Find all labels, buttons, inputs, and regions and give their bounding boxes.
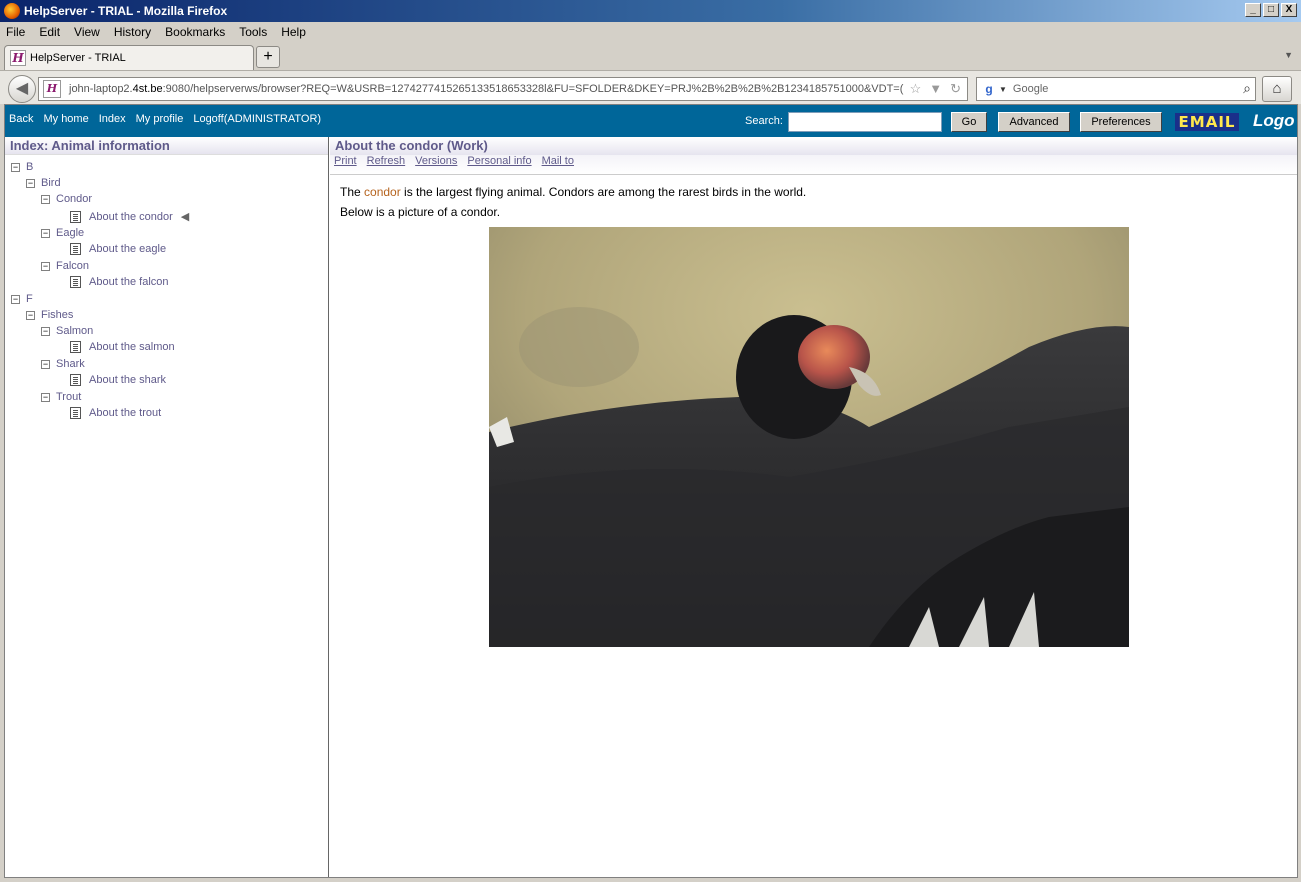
search-input[interactable] <box>788 112 942 132</box>
document-icon <box>70 374 81 386</box>
magnifier-icon[interactable]: ⌕ <box>1243 80 1251 97</box>
index-title: Index: Animal information <box>5 137 328 155</box>
versions-link[interactable]: Versions <box>415 155 457 174</box>
tree-node-f[interactable]: − F <box>11 293 33 305</box>
history-dropdown-icon[interactable]: ▼ <box>929 81 942 97</box>
tree-doc-about-falcon[interactable]: About the falcon <box>70 276 169 288</box>
tab-list-icon[interactable]: ▼ <box>1284 50 1293 60</box>
document-icon <box>70 407 81 419</box>
logo: Logo <box>1253 111 1295 130</box>
tree-node-trout[interactable]: − Trout <box>41 391 81 403</box>
personal-info-link[interactable]: Personal info <box>467 155 531 174</box>
nav-my-profile-link[interactable]: My profile <box>136 113 184 125</box>
go-button[interactable]: Go <box>951 112 987 132</box>
minimize-button[interactable]: _ <box>1245 3 1261 17</box>
tree-node-salmon[interactable]: − Salmon <box>41 325 93 337</box>
menu-edit[interactable]: Edit <box>39 25 60 39</box>
document-icon <box>70 210 81 223</box>
document-icon <box>70 276 81 288</box>
url-bar[interactable]: H john-laptop2. 4st.be:9080/helpserverws/… <box>38 77 968 101</box>
tree-doc-about-trout[interactable]: About the trout <box>70 407 161 419</box>
tree-doc-about-salmon[interactable]: About the salmon <box>70 341 175 353</box>
collapse-icon[interactable]: − <box>41 228 50 238</box>
search-engine-bar[interactable]: g ▼ Google ⌕ <box>976 77 1256 101</box>
current-item-arrow-icon: ◀ <box>180 211 190 223</box>
tab-strip: H HelpServer - TRIAL + ▼ <box>0 42 1301 70</box>
document-icon <box>70 341 81 353</box>
tree-node-eagle[interactable]: − Eagle <box>41 227 84 239</box>
page-viewport: Back My home Index My profile Logoff(ADM… <box>4 104 1298 878</box>
tree-node-fishes[interactable]: − Fishes <box>26 309 73 321</box>
collapse-icon[interactable]: − <box>41 326 50 336</box>
navigation-bar: ◀ H john-laptop2. 4st.be:9080/helpserverw… <box>0 70 1301 104</box>
email-logo[interactable]: EMAIL <box>1175 113 1239 131</box>
menu-file[interactable]: File <box>6 25 25 39</box>
body-paragraph-2: Below is a picture of a condor. <box>340 205 501 219</box>
url-host: 4st.be <box>132 83 163 95</box>
document-icon <box>70 243 81 255</box>
document-actions: Print Refresh Versions Personal info Mai… <box>330 155 1297 175</box>
collapse-icon[interactable]: − <box>11 162 20 172</box>
window-title: HelpServer - TRIAL - Mozilla Firefox <box>24 4 228 18</box>
tree-node-shark[interactable]: − Shark <box>41 358 85 370</box>
collapse-icon[interactable]: − <box>11 294 20 304</box>
tree-node-condor[interactable]: − Condor <box>41 193 92 205</box>
tree-doc-about-condor[interactable]: About the condor ◀ <box>70 210 189 223</box>
condor-photo <box>489 227 1129 647</box>
mail-to-link[interactable]: Mail to <box>542 155 574 174</box>
collapse-icon[interactable]: − <box>26 178 35 188</box>
window-titlebar: HelpServer - TRIAL - Mozilla Firefox _ □… <box>0 0 1301 22</box>
back-arrow-icon[interactable]: ◀ <box>8 75 36 103</box>
firefox-icon <box>4 3 20 19</box>
document-pane: About the condor (Work) Print Refresh Ve… <box>330 137 1297 877</box>
preferences-button[interactable]: Preferences <box>1080 112 1162 132</box>
nav-index-link[interactable]: Index <box>99 113 126 125</box>
home-icon[interactable]: ⌂ <box>1262 76 1292 102</box>
nav-back-link[interactable]: Back <box>9 113 33 125</box>
google-icon[interactable]: g <box>981 81 997 97</box>
refresh-link[interactable]: Refresh <box>367 155 406 174</box>
reload-icon[interactable]: ↻ <box>950 81 961 97</box>
tree-doc-about-shark[interactable]: About the shark <box>70 374 166 386</box>
menu-bookmarks[interactable]: Bookmarks <box>165 25 225 39</box>
engine-dropdown-icon[interactable]: ▼ <box>999 85 1007 94</box>
url-rest: :9080/helpserverws/browser?REQ=W&USRB=12… <box>162 83 904 95</box>
collapse-icon[interactable]: − <box>41 359 50 369</box>
url-prefix: john-laptop2. <box>69 83 133 95</box>
menu-history[interactable]: History <box>114 25 151 39</box>
helpserver-favicon-icon: H <box>10 50 26 66</box>
tab-helpserver[interactable]: H HelpServer - TRIAL <box>4 45 254 70</box>
maximize-button[interactable]: □ <box>1263 3 1279 17</box>
condor-illustration <box>489 227 1129 647</box>
site-identity-icon[interactable]: H <box>43 80 61 98</box>
body-paragraph-1: The condor is the largest flying animal.… <box>340 185 807 199</box>
print-link[interactable]: Print <box>334 155 357 174</box>
menu-bar: File Edit View History Bookmarks Tools H… <box>0 22 1301 42</box>
nav-my-home-link[interactable]: My home <box>43 113 88 125</box>
search-label: Search: <box>745 115 783 127</box>
condor-link[interactable]: condor <box>364 185 401 199</box>
collapse-icon[interactable]: − <box>26 310 35 320</box>
document-title: About the condor (Work) <box>330 137 1297 155</box>
collapse-icon[interactable]: − <box>41 194 50 204</box>
bookmark-star-icon[interactable]: ☆ <box>910 81 922 97</box>
tree-doc-about-eagle[interactable]: About the eagle <box>70 243 166 255</box>
advanced-button[interactable]: Advanced <box>998 112 1070 132</box>
tree-node-falcon[interactable]: − Falcon <box>41 260 89 272</box>
collapse-icon[interactable]: − <box>41 261 50 271</box>
search-engine-placeholder: Google <box>1012 83 1049 95</box>
index-pane: Index: Animal information − B − Bird − Cond… <box>5 137 329 877</box>
new-tab-button[interactable]: + <box>256 46 280 68</box>
menu-view[interactable]: View <box>74 25 100 39</box>
menu-help[interactable]: Help <box>281 25 306 39</box>
close-button[interactable]: X <box>1281 3 1297 17</box>
collapse-icon[interactable]: − <box>41 392 50 402</box>
tab-label: HelpServer - TRIAL <box>30 52 126 64</box>
tree-node-b[interactable]: − B <box>11 161 33 173</box>
nav-logoff-link[interactable]: Logoff(ADMINISTRATOR) <box>193 113 321 125</box>
tree-node-bird[interactable]: − Bird <box>26 177 61 189</box>
app-header: Back My home Index My profile Logoff(ADM… <box>5 105 1297 137</box>
menu-tools[interactable]: Tools <box>239 25 267 39</box>
